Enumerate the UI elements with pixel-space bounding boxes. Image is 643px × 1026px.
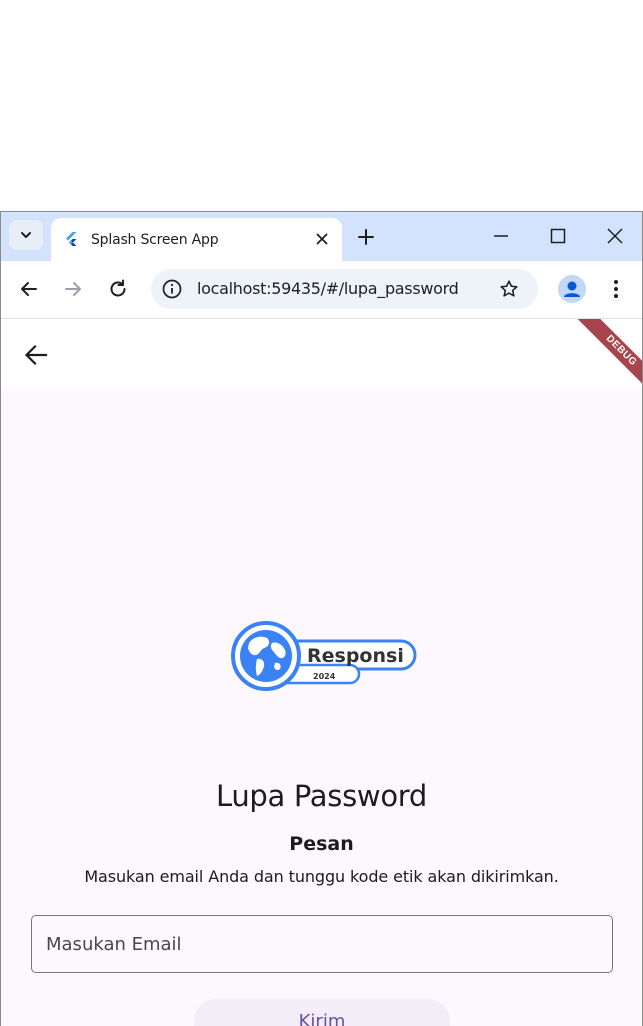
app-viewport: DEBUG Responsi 2024 Lupa Password Pesan … [1,319,642,1026]
email-input[interactable] [46,916,596,972]
debug-banner: DEBUG [563,319,642,399]
message-heading: Pesan [289,833,354,855]
app-back-arrow-icon[interactable] [22,341,50,369]
address-bar[interactable]: localhost:59435/#/lupa_password [151,269,538,309]
profile-avatar[interactable] [558,275,586,303]
minimize-icon[interactable] [489,224,513,248]
desktop-blank-area [0,0,643,211]
debug-ribbon: DEBUG [565,319,642,399]
browser-window: Splash Screen App localhost:59435/#/lupa… [0,211,643,1026]
active-tab[interactable]: Splash Screen App [51,218,342,261]
person-icon [564,281,580,297]
reload-icon[interactable] [106,277,130,301]
new-tab-icon[interactable] [354,225,378,249]
browser-toolbar: localhost:59435/#/lupa_password [1,261,642,319]
maximize-icon[interactable] [546,224,570,248]
bookmark-star-icon[interactable] [498,278,520,300]
forward-icon[interactable] [61,277,85,301]
tab-title: Splash Screen App [91,232,219,248]
page-title: Lupa Password [216,779,427,813]
instruction-text: Masukan email Anda dan tunggu kode etik … [84,867,559,886]
logo-year: 2024 [313,672,336,681]
site-info-icon[interactable] [161,278,183,300]
close-window-icon[interactable] [603,224,627,248]
close-tab-icon[interactable] [314,231,330,247]
email-field[interactable] [31,915,613,973]
back-icon[interactable] [17,277,41,301]
chevron-down-icon [21,232,31,238]
app-bar [1,319,642,389]
logo-word: Responsi [307,645,404,667]
more-menu-icon[interactable] [604,277,628,301]
responsi-logo: Responsi 2024 [231,621,417,691]
tab-strip: Splash Screen App [1,212,642,261]
tab-search-button[interactable] [9,220,43,250]
flutter-favicon-icon [66,232,77,246]
url-text[interactable]: localhost:59435/#/lupa_password [197,279,459,298]
send-button[interactable]: Kirim [194,999,450,1026]
